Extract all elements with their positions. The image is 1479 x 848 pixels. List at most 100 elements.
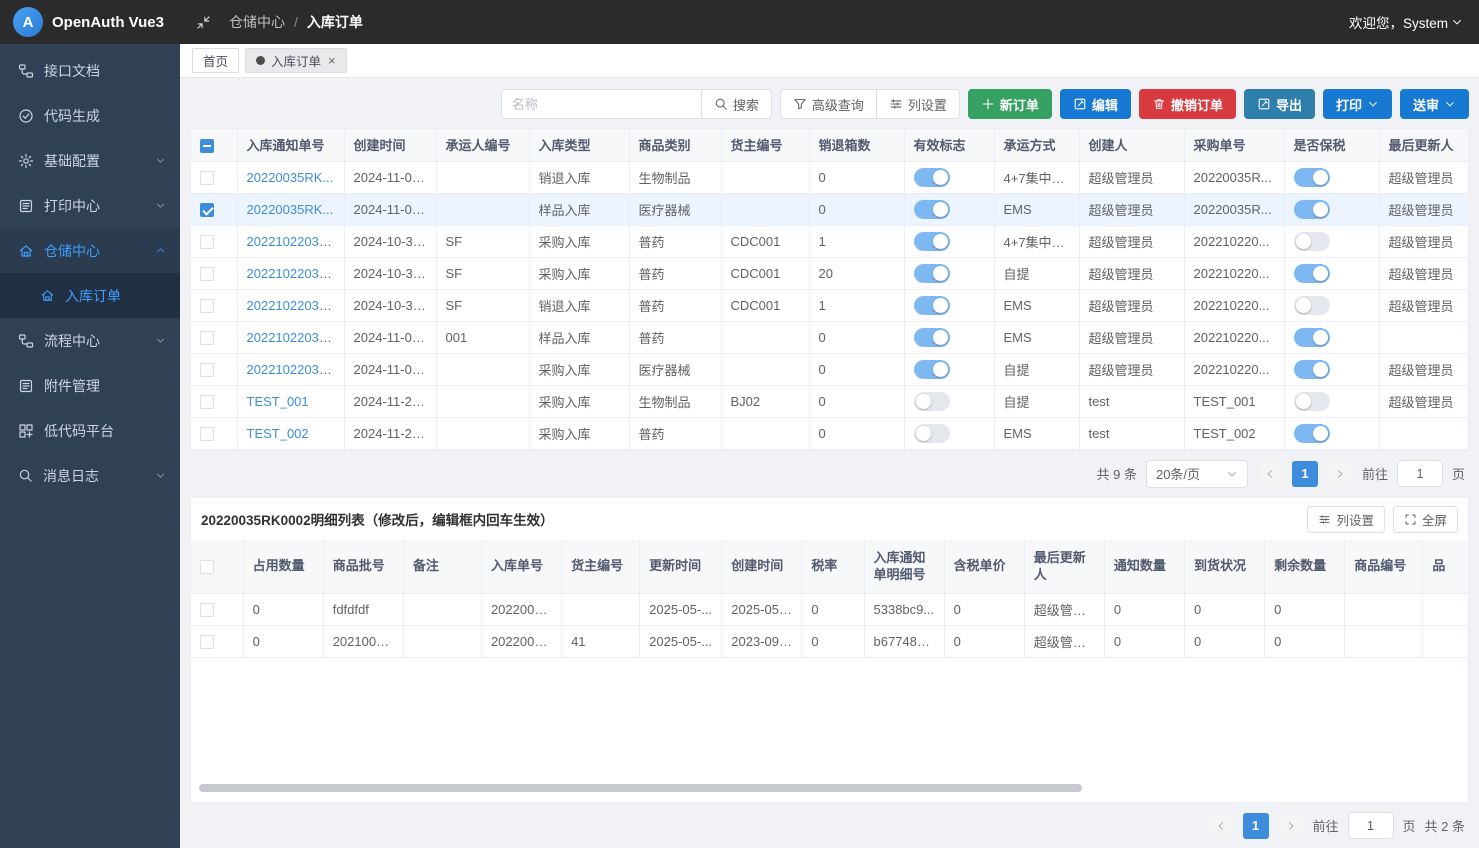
export-button[interactable]: 导出 bbox=[1244, 89, 1315, 119]
table-row[interactable]: 2022102203R...2024-11-07 ...采购入库医疗器械0自提超… bbox=[191, 353, 1468, 385]
table-row[interactable]: 20220035RK...2024-11-06 ...销退入库生物制品04+7集… bbox=[191, 161, 1468, 193]
row-checkbox[interactable] bbox=[200, 427, 214, 441]
goto-page-input[interactable] bbox=[1397, 460, 1443, 487]
table-row[interactable]: 20220035RK...2024-11-06 ...样品入库医疗器械0EMS超… bbox=[191, 193, 1468, 225]
current-page-button[interactable]: 1 bbox=[1292, 461, 1318, 487]
table-cell: 销退入库 bbox=[529, 161, 629, 193]
toggle-switch[interactable] bbox=[1294, 232, 1330, 251]
order-link[interactable]: 2022102203R... bbox=[247, 234, 340, 249]
row-checkbox[interactable] bbox=[200, 331, 214, 345]
table-row[interactable]: 2022102203R...2024-11-07 ...001样品入库普药0EM… bbox=[191, 321, 1468, 353]
detail-table-row[interactable]: 02021000...2022003...412025-05-...2023-0… bbox=[191, 626, 1468, 658]
table-cell: 202210220... bbox=[1184, 257, 1284, 289]
detail-goto-page-input[interactable] bbox=[1348, 812, 1394, 839]
order-link[interactable]: 2022102203R... bbox=[247, 298, 340, 313]
toggle-switch[interactable] bbox=[1294, 328, 1330, 347]
table-cell bbox=[721, 193, 809, 225]
detail-row-checkbox[interactable] bbox=[200, 635, 214, 649]
tab-inbound[interactable]: 入库订单× bbox=[245, 48, 347, 73]
sidebar-item-print-center[interactable]: 打印中心 bbox=[0, 183, 180, 228]
toggle-switch[interactable] bbox=[914, 360, 950, 379]
sidebar-item-base-config[interactable]: 基础配置 bbox=[0, 138, 180, 183]
table-row[interactable]: 2022102203R...2024-10-31...SF销退入库普药CDC00… bbox=[191, 289, 1468, 321]
edit-button[interactable]: 编辑 bbox=[1060, 89, 1131, 119]
table-cell: 超级管理员 bbox=[1379, 385, 1468, 417]
cancel-order-button[interactable]: 撤销订单 bbox=[1139, 89, 1236, 119]
user-menu[interactable]: 欢迎您，System bbox=[1349, 12, 1479, 32]
collapse-sidebar-icon[interactable] bbox=[196, 15, 211, 30]
sidebar-item-warehouse-center[interactable]: 仓储中心 bbox=[0, 228, 180, 273]
sidebar-item-inbound-order[interactable]: 入库订单 bbox=[0, 273, 180, 318]
detail-column-settings-button[interactable]: 列设置 bbox=[1307, 506, 1385, 533]
row-checkbox[interactable] bbox=[200, 267, 214, 281]
toggle-switch[interactable] bbox=[914, 392, 950, 411]
order-link[interactable]: 20220035RK... bbox=[247, 170, 334, 185]
detail-table-row[interactable]: 0fdfdfdf2022003...2025-05-...2025-05-...… bbox=[191, 594, 1468, 626]
detail-prev-page-button[interactable] bbox=[1208, 813, 1234, 839]
select-all-checkbox[interactable] bbox=[200, 139, 214, 153]
order-link[interactable]: 20220035RK... bbox=[247, 202, 334, 217]
fullscreen-button[interactable]: 全屏 bbox=[1393, 506, 1458, 533]
order-link[interactable]: 2022102203R... bbox=[247, 330, 340, 345]
row-checkbox[interactable] bbox=[200, 299, 214, 313]
toggle-switch[interactable] bbox=[1294, 392, 1330, 411]
search-input[interactable] bbox=[501, 89, 701, 119]
toggle-switch[interactable] bbox=[1294, 424, 1330, 443]
toggle-switch[interactable] bbox=[1294, 360, 1330, 379]
toggle-switch[interactable] bbox=[1294, 168, 1330, 187]
toggle-switch[interactable] bbox=[1294, 296, 1330, 315]
row-checkbox[interactable] bbox=[200, 171, 214, 185]
toggle-switch[interactable] bbox=[914, 200, 950, 219]
detail-select-all-checkbox[interactable] bbox=[200, 560, 214, 574]
detail-row-checkbox[interactable] bbox=[200, 603, 214, 617]
sidebar-item-message-log[interactable]: 消息日志 bbox=[0, 453, 180, 498]
sidebar-item-attachment[interactable]: 附件管理 bbox=[0, 363, 180, 408]
close-tab-icon[interactable]: × bbox=[328, 53, 336, 68]
toggle-switch[interactable] bbox=[914, 264, 950, 283]
sidebar-item-lowcode[interactable]: 低代码平台 bbox=[0, 408, 180, 453]
detail-header: 20220035RK0002明细列表（修改后，编辑框内回车生效） 列设置 全屏 bbox=[191, 498, 1468, 540]
chevron-down-icon bbox=[155, 335, 166, 346]
detail-current-page-button[interactable]: 1 bbox=[1243, 813, 1269, 839]
toggle-switch[interactable] bbox=[914, 424, 950, 443]
order-link[interactable]: TEST_001 bbox=[247, 394, 309, 409]
next-page-button[interactable] bbox=[1327, 461, 1353, 487]
sidebar-item-api-docs[interactable]: 接口文档 bbox=[0, 48, 180, 93]
toggle-switch[interactable] bbox=[1294, 264, 1330, 283]
submit-approval-button[interactable]: 送审 bbox=[1400, 89, 1469, 119]
row-checkbox[interactable] bbox=[200, 363, 214, 377]
row-checkbox[interactable] bbox=[200, 235, 214, 249]
detail-next-page-button[interactable] bbox=[1278, 813, 1304, 839]
table-row[interactable]: 2022102203R...2024-10-31...SF采购入库普药CDC00… bbox=[191, 257, 1468, 289]
row-checkbox[interactable] bbox=[200, 395, 214, 409]
toggle-switch[interactable] bbox=[914, 232, 950, 251]
toggle-switch[interactable] bbox=[914, 168, 950, 187]
toggle-switch[interactable] bbox=[914, 328, 950, 347]
toggle-switch[interactable] bbox=[914, 296, 950, 315]
toggle-switch[interactable] bbox=[1294, 200, 1330, 219]
row-checkbox[interactable] bbox=[200, 203, 214, 217]
print-button[interactable]: 打印 bbox=[1323, 89, 1392, 119]
horizontal-scrollbar-thumb[interactable] bbox=[199, 784, 1082, 792]
search-button[interactable]: 搜索 bbox=[701, 89, 772, 119]
new-order-button[interactable]: 新订单 bbox=[968, 89, 1052, 119]
detail-column-header: 税率 bbox=[802, 540, 864, 594]
sidebar-item-flow-center[interactable]: 流程中心 bbox=[0, 318, 180, 363]
prev-page-button[interactable] bbox=[1257, 461, 1283, 487]
table-row[interactable]: TEST_0022024-11-23 ...采购入库普药0EMStestTEST… bbox=[191, 417, 1468, 449]
sidebar-item-codegen[interactable]: 代码生成 bbox=[0, 93, 180, 138]
page-size-select[interactable]: 20条/页 bbox=[1146, 460, 1248, 488]
table-cell: 普药 bbox=[629, 225, 721, 257]
order-link[interactable]: 2022102203R... bbox=[247, 362, 340, 377]
column-settings-button[interactable]: 列设置 bbox=[877, 89, 960, 119]
order-link[interactable]: TEST_002 bbox=[247, 426, 309, 441]
table-cell: 4+7集中采购 bbox=[994, 161, 1079, 193]
table-cell: 采购入库 bbox=[529, 385, 629, 417]
tab-home[interactable]: 首页 bbox=[192, 48, 239, 73]
table-row[interactable]: 2022102203R...2024-10-31...SF采购入库普药CDC00… bbox=[191, 225, 1468, 257]
table-row[interactable]: TEST_0012024-11-23 ...采购入库生物制品BJ020自提tes… bbox=[191, 385, 1468, 417]
order-link[interactable]: 2022102203R... bbox=[247, 266, 340, 281]
chevron-down-icon bbox=[1367, 98, 1379, 110]
advanced-query-button[interactable]: 高级查询 bbox=[780, 89, 877, 119]
app-logo-icon: A bbox=[13, 7, 43, 37]
